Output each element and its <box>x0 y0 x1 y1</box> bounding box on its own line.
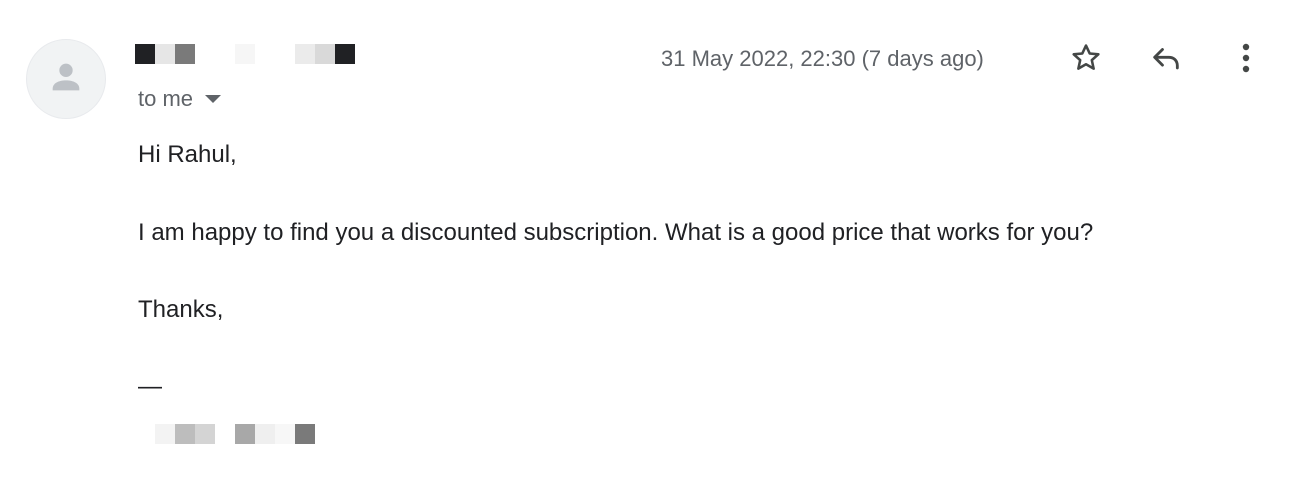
star-icon <box>1069 41 1103 80</box>
more-options-button[interactable] <box>1226 40 1266 80</box>
star-button[interactable] <box>1066 40 1106 80</box>
reply-icon <box>1149 41 1183 80</box>
recipient-details-toggle[interactable]: to me <box>138 86 222 112</box>
email-greeting: Hi Rahul, <box>138 141 237 168</box>
sender-avatar[interactable] <box>26 39 106 119</box>
more-vert-icon <box>1241 41 1251 80</box>
reply-button[interactable] <box>1146 40 1186 80</box>
signature-separator: — <box>138 373 162 400</box>
sender-name-redacted[interactable] <box>135 44 355 64</box>
email-timestamp: 31 May 2022, 22:30 (7 days ago) <box>661 46 984 71</box>
email-message: I am happy to find you a discounted subs… <box>138 219 1094 246</box>
caret-down-icon <box>205 94 222 104</box>
recipient-label: to me <box>138 86 194 111</box>
person-icon <box>46 57 86 102</box>
email-closing: Thanks, <box>138 296 224 323</box>
signature-name-redacted <box>155 424 325 444</box>
